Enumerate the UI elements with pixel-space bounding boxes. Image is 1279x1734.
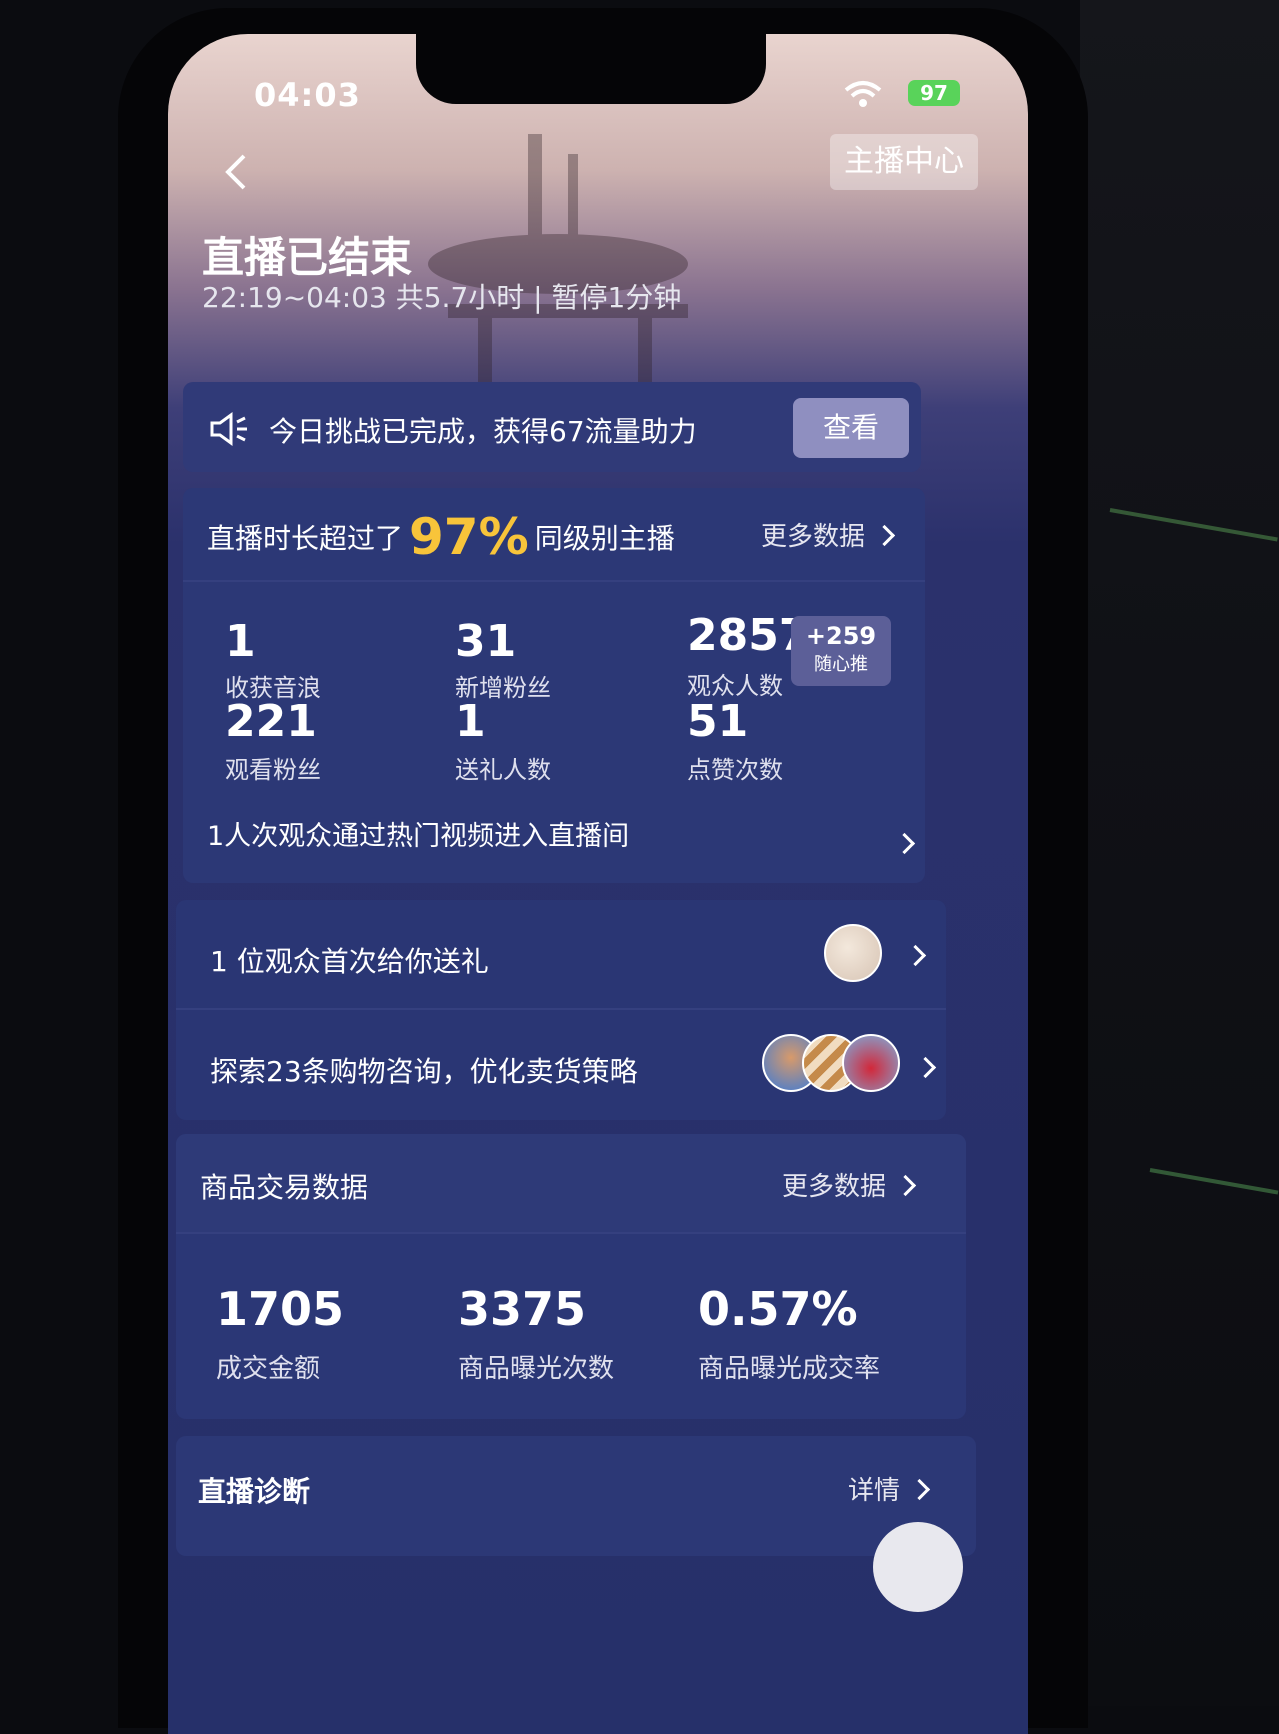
diagnosis-detail-label: 详情	[848, 1476, 901, 1506]
trade-more-data-link[interactable]: 更多数据	[782, 1166, 917, 1203]
more-data-label: 更多数据	[761, 522, 866, 552]
floating-action-button[interactable]	[873, 1522, 963, 1612]
stat-value-new-fans: 31	[455, 616, 517, 667]
back-arrow-icon[interactable]	[218, 152, 258, 192]
trade-more-data-label: 更多数据	[782, 1172, 887, 1202]
diagnosis-detail-link[interactable]: 详情	[848, 1470, 931, 1507]
live-time-summary: 22:19~04:03 共5.7小时 | 暂停1分钟	[202, 281, 682, 314]
trade-label-conversion: 商品曝光成交率	[698, 1354, 881, 1384]
hot-video-entry-row[interactable]: 1人次观众通过热门视频进入直播间	[207, 814, 629, 853]
background-scene	[428, 134, 688, 414]
stat-value-likes: 51	[687, 696, 749, 747]
hot-video-entry-text: 1人次观众通过热门视频进入直播间	[207, 821, 630, 852]
divider	[176, 1232, 966, 1234]
live-stats-card: 直播时长超过了 97% 同级别主播 更多数据 1 收获音浪 31 新增粉丝 2857…	[183, 488, 925, 883]
battery-icon: 97	[908, 80, 960, 106]
avatar	[824, 924, 882, 982]
chevron-right-icon[interactable]	[893, 832, 916, 855]
live-diagnosis-card: 直播诊断 详情	[176, 1436, 976, 1556]
chevron-right-icon	[873, 524, 896, 547]
trade-label-exposures: 商品曝光次数	[458, 1354, 615, 1384]
trade-title: 商品交易数据	[200, 1171, 369, 1204]
rank-prefix: 直播时长超过了	[207, 522, 404, 555]
challenge-banner: 今日挑战已完成，获得67流量助力 查看	[183, 382, 921, 472]
status-time: 04:03	[254, 76, 361, 114]
stat-label-gifters: 送礼人数	[455, 756, 551, 784]
wifi-icon	[844, 81, 882, 107]
divider	[183, 580, 925, 582]
stat-label-watching-fans: 观看粉丝	[225, 756, 321, 784]
insight-card: 1 位观众首次给你送礼 探索23条购物咨询，优化卖货策略	[176, 900, 946, 1120]
stat-value-gifters: 1	[455, 696, 486, 747]
challenge-text: 今日挑战已完成，获得67流量助力	[269, 415, 697, 448]
more-data-link[interactable]: 更多数据	[761, 516, 896, 553]
speaker-icon	[210, 412, 247, 446]
shopping-consult-text[interactable]: 探索23条购物咨询，优化卖货策略	[210, 1050, 638, 1090]
trade-value-gmv: 1705	[216, 1282, 345, 1336]
notch	[416, 34, 766, 104]
first-gift-text[interactable]: 1 位观众首次给你送礼	[210, 940, 489, 980]
rank-summary: 直播时长超过了 97% 同级别主播	[207, 508, 675, 566]
avatar	[842, 1034, 900, 1092]
stat-value-sound-waves: 1	[225, 616, 256, 667]
rank-suffix: 同级别主播	[534, 522, 675, 555]
chevron-right-icon	[894, 1174, 917, 1197]
trade-value-conversion: 0.57%	[698, 1282, 858, 1336]
chevron-right-icon[interactable]	[904, 944, 927, 967]
trade-label-gmv: 成交金额	[216, 1354, 321, 1384]
boost-badge[interactable]: +259 随心推	[791, 616, 891, 686]
boost-delta: +259	[805, 622, 877, 650]
diagnosis-title: 直播诊断	[198, 1475, 311, 1508]
rank-percent: 97%	[409, 508, 529, 566]
stat-label-likes: 点赞次数	[687, 756, 783, 784]
anchor-center-button[interactable]: 主播中心	[830, 134, 978, 190]
background-surface	[1080, 0, 1279, 1706]
divider	[176, 1008, 946, 1010]
boost-label: 随心推	[814, 654, 868, 675]
phone-screen: 04:03 97 主播中心 直播已结束 22:19~04:03 共5.7小时 |…	[168, 34, 1028, 1734]
chevron-right-icon[interactable]	[914, 1056, 937, 1079]
stat-value-watching-fans: 221	[225, 696, 317, 747]
view-button[interactable]: 查看	[793, 398, 909, 458]
battery-level: 97	[920, 81, 948, 105]
trade-data-card: 商品交易数据 更多数据 1705 成交金额 3375 商品曝光次数 0.57% …	[176, 1134, 966, 1419]
chevron-right-icon	[908, 1478, 931, 1501]
trade-value-exposures: 3375	[458, 1282, 587, 1336]
